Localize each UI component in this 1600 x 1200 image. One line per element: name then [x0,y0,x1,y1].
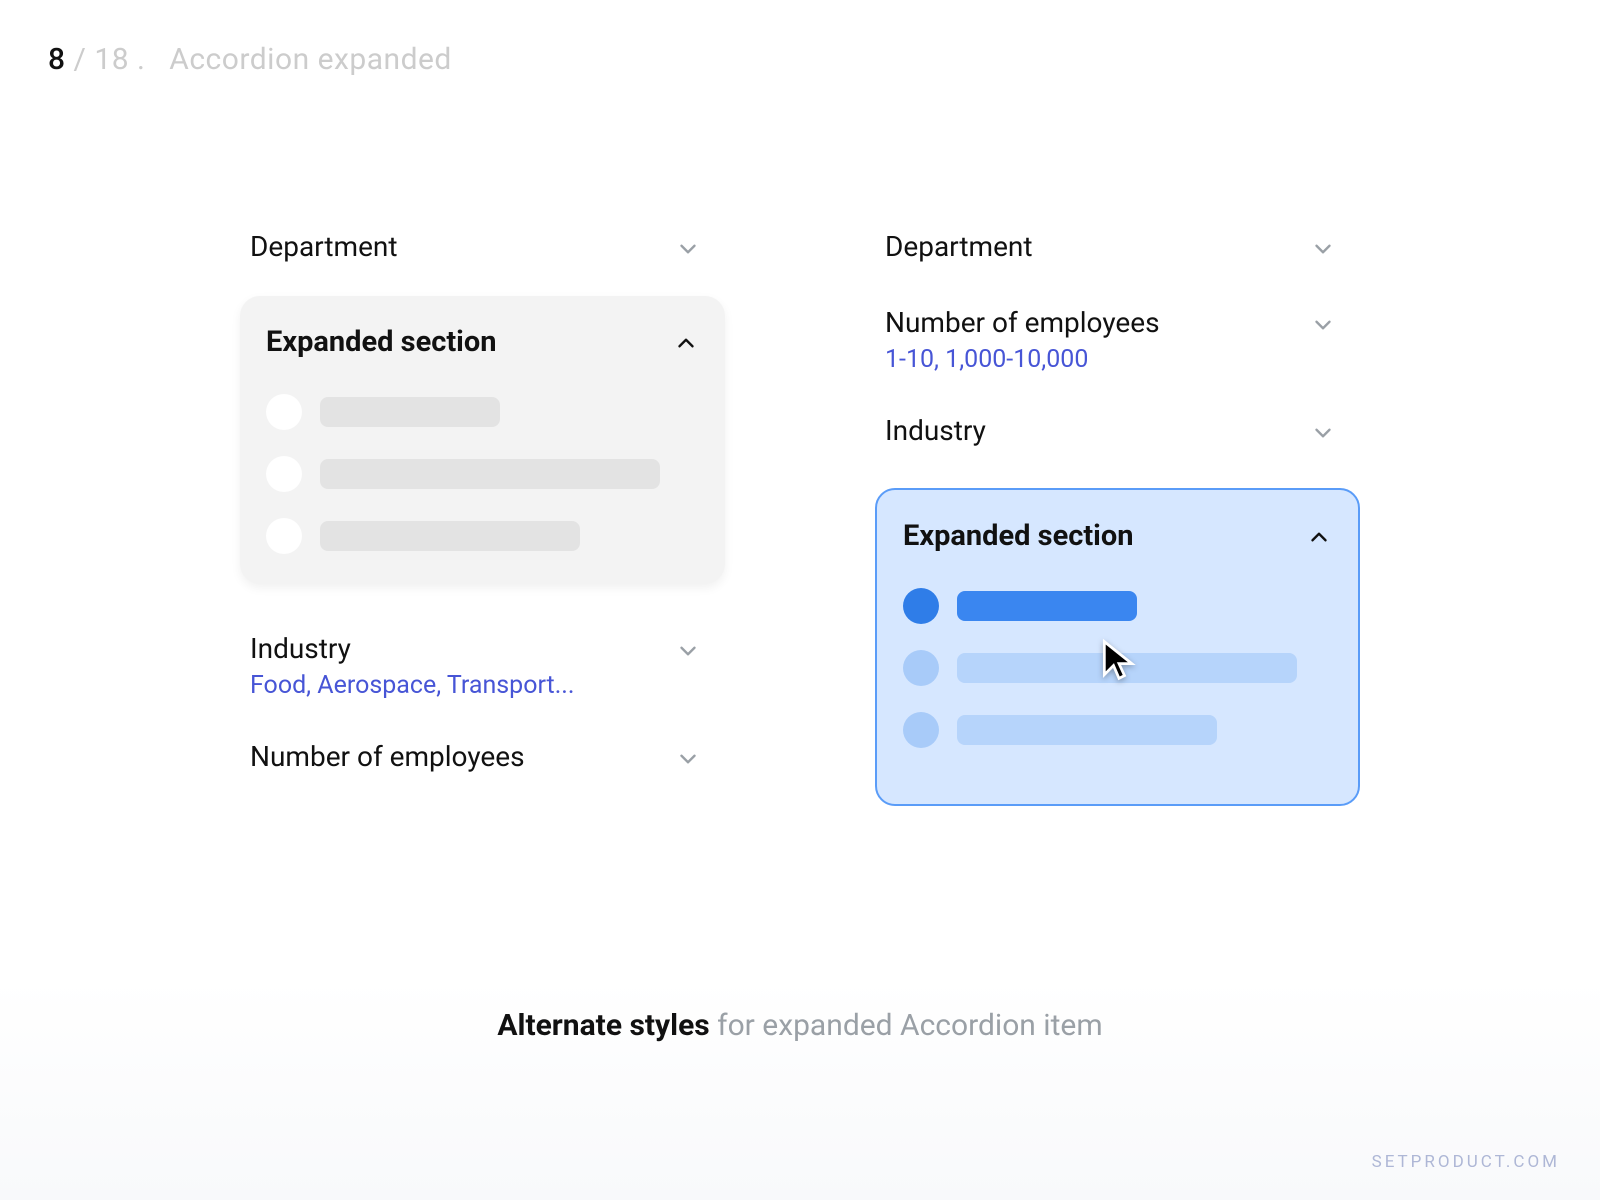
accordion-expanded-section[interactable]: Expanded section [875,488,1360,806]
accordion-item-label: Number of employees [885,306,1160,339]
accordion-expanded-section[interactable]: Expanded section [240,296,725,584]
radio-icon [903,712,939,748]
expanded-header[interactable]: Expanded section [266,324,699,360]
accordion-item-label: Industry [250,632,575,665]
accordion-item-subtitle: Food, Aerospace, Transport... [250,671,575,700]
expanded-title: Expanded section [266,325,496,359]
radio-icon [903,650,939,686]
option-row[interactable] [266,394,699,430]
accordion-item-label: Department [250,230,398,263]
radio-icon [266,518,302,554]
placeholder-bar [957,715,1217,745]
accordion-item-label: Department [885,230,1033,263]
option-row[interactable] [903,650,1332,686]
radio-icon [266,456,302,492]
option-row[interactable] [266,518,699,554]
caption-rest: for expanded Accordion item [710,1008,1103,1043]
accordion-item-employees[interactable]: Number of employees 1-10, 1,000-10,000 [875,286,1360,394]
accordion-item-label: Number of employees [250,740,525,773]
accordion-item-label: Industry [885,414,986,447]
accordion-item-industry[interactable]: Industry Food, Aerospace, Transport... [240,612,725,720]
expanded-title: Expanded section [903,519,1133,553]
radio-icon [266,394,302,430]
chevron-down-icon [1310,312,1336,342]
placeholder-bar [957,653,1297,683]
expanded-header[interactable]: Expanded section [903,518,1332,554]
option-row-active[interactable] [903,588,1332,624]
accordion-item-subtitle: 1-10, 1,000-10,000 [885,345,1160,374]
accordion-item-department[interactable]: Department [240,210,725,286]
chevron-up-icon [673,330,699,360]
page-current: 8 [48,42,66,77]
caption: Alternate styles for expanded Accordion … [0,1008,1600,1043]
chevron-down-icon [675,638,701,668]
accordion-style-a: Department Expanded section [240,210,725,806]
accordion-style-b: Department Number of employees 1-10, 1,0… [875,210,1360,806]
accordion-item-industry[interactable]: Industry [875,394,1360,470]
accordion-item-employees[interactable]: Number of employees [240,720,725,796]
page-title: Accordion expanded [169,42,452,77]
option-row[interactable] [903,712,1332,748]
page-dot: . [137,42,161,77]
columns: Department Expanded section [0,210,1600,806]
caption-bold: Alternate styles [497,1008,709,1043]
placeholder-bar [320,521,580,551]
placeholder-bar [320,459,660,489]
page-header: 8 / 18 . Accordion expanded [48,42,452,77]
placeholder-bar [957,591,1137,621]
page-sep: / [74,42,95,77]
chevron-down-icon [1310,236,1336,266]
chevron-up-icon [1306,524,1332,554]
watermark: SETPRODUCT.COM [1372,1152,1560,1172]
chevron-down-icon [675,746,701,776]
option-row[interactable] [266,456,699,492]
accordion-item-department[interactable]: Department [875,210,1360,286]
page-total: 18 [94,42,129,77]
chevron-down-icon [1310,420,1336,450]
radio-icon [903,588,939,624]
placeholder-bar [320,397,500,427]
chevron-down-icon [675,236,701,266]
